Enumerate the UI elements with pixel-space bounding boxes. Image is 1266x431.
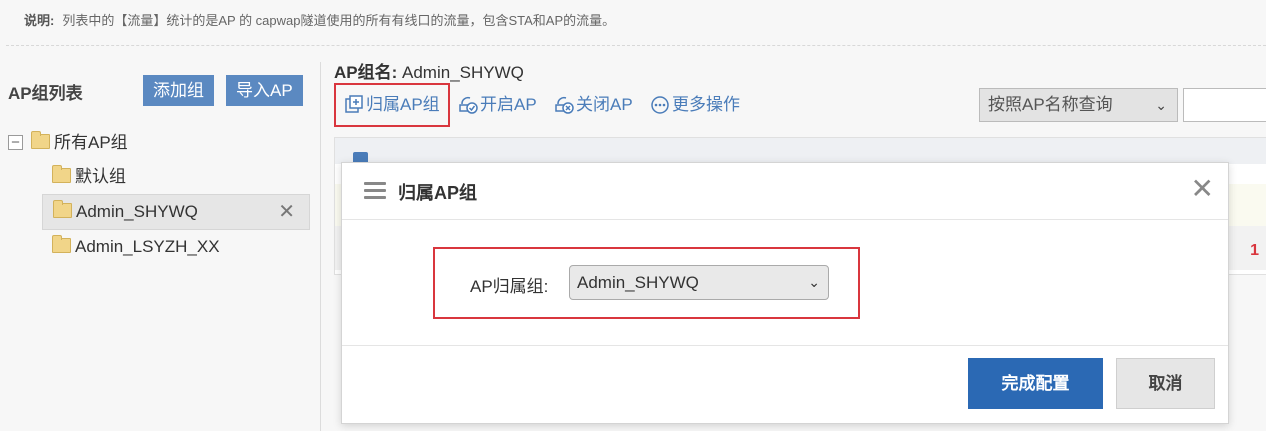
assign-group-button[interactable]: 归属AP组 (334, 83, 450, 127)
tree-item-label: Admin_LSYZH_XX (75, 237, 220, 256)
disable-ap-icon (555, 96, 574, 114)
tree-root[interactable]: − 所有AP组 (8, 126, 318, 160)
more-icon (651, 96, 669, 114)
group-name-heading: AP组名: Admin_SHYWQ (334, 58, 524, 83)
ap-group-list-title: AP组列表 (8, 84, 83, 103)
tree-item-label: Admin_SHYWQ (76, 202, 198, 221)
folder-icon (31, 131, 50, 149)
group-name-label: AP组名: (334, 63, 398, 82)
search-input[interactable] (1183, 88, 1266, 122)
close-icon[interactable]: ✕ (1191, 175, 1214, 203)
assign-group-label: 归属AP组 (366, 95, 440, 114)
finish-config-button[interactable]: 完成配置 (968, 358, 1103, 409)
table-header (335, 138, 1266, 167)
enable-ap-label: 开启AP (480, 95, 537, 114)
menu-icon (364, 182, 386, 200)
group-field-label: AP归属组: (470, 277, 549, 296)
ap-group-panel: AP组列表 添加组 导入AP − 所有AP组 默认组 Admin_SHYWQ ✕ … (0, 62, 321, 431)
notice-bar: 说明: 列表中的【流量】统计的是AP 的 capwap隧道使用的所有有线口的流量，… (6, 0, 1266, 46)
folder-icon (52, 165, 71, 183)
notice-text: 列表中的【流量】统计的是AP 的 capwap隧道使用的所有有线口的流量，包含S… (62, 13, 616, 28)
more-ops-label: 更多操作 (672, 95, 740, 114)
assign-group-dialog: 归属AP组 ✕ AP归属组: Admin_SHYWQ ⌄ 完成配置 取消 (341, 162, 1229, 424)
add-group-button[interactable]: 添加组 (143, 75, 214, 106)
disable-ap-label: 关闭AP (576, 95, 633, 114)
group-name-value: Admin_SHYWQ (402, 63, 524, 82)
tree-item-label: 默认组 (75, 167, 126, 186)
delete-group-icon[interactable]: ✕ (278, 195, 295, 229)
tree-item-admin-lsyzh[interactable]: Admin_LSYZH_XX (8, 230, 318, 264)
row-count: 1 (1250, 242, 1259, 259)
collapse-icon[interactable]: − (8, 135, 23, 150)
query-type-select[interactable]: 按照AP名称查询 ⌄ (979, 88, 1178, 122)
tree-item-admin-shywq[interactable]: Admin_SHYWQ ✕ (42, 194, 310, 230)
folder-icon (53, 200, 72, 218)
dialog-footer: 完成配置 取消 (342, 345, 1228, 424)
enable-ap-icon (459, 96, 478, 114)
chevron-down-icon: ⌄ (808, 274, 820, 290)
disable-ap-button[interactable]: 关闭AP (554, 83, 633, 127)
notice-label: 说明: (24, 13, 55, 28)
dialog-title: 归属AP组 (398, 183, 478, 203)
chevron-down-icon: ⌄ (1155, 97, 1167, 113)
ap-group-tree: − 所有AP组 默认组 Admin_SHYWQ ✕ Admin_LSYZH_XX (8, 126, 318, 264)
assign-group-icon (345, 95, 363, 113)
ap-group-select[interactable]: Admin_SHYWQ ⌄ (569, 265, 829, 300)
enable-ap-button[interactable]: 开启AP (458, 83, 537, 127)
query-type-value: 按照AP名称查询 (988, 95, 1113, 114)
tree-item-default[interactable]: 默认组 (8, 160, 318, 194)
dialog-header: 归属AP组 ✕ (342, 163, 1228, 220)
ap-group-select-value: Admin_SHYWQ (577, 273, 699, 292)
more-ops-button[interactable]: 更多操作 (650, 83, 740, 127)
folder-icon (52, 235, 71, 253)
tree-root-label: 所有AP组 (54, 133, 128, 152)
import-ap-button[interactable]: 导入AP (226, 75, 303, 106)
group-field-highlight: AP归属组: Admin_SHYWQ ⌄ (433, 247, 860, 319)
cancel-button[interactable]: 取消 (1116, 358, 1215, 409)
